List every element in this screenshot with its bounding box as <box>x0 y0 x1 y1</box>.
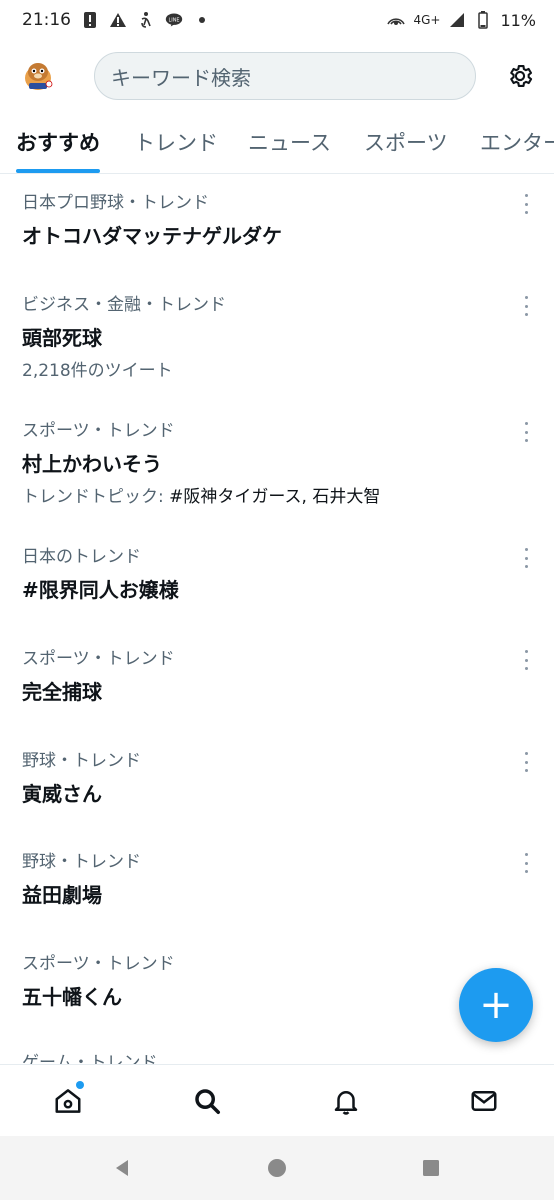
battery-level: 11% <box>500 10 536 30</box>
tab-trends[interactable]: トレンド <box>134 112 218 173</box>
gear-icon[interactable] <box>502 58 538 94</box>
trend-category: スポーツ・トレンド <box>22 954 175 974</box>
status-bar: 21:16 LINE 4G+ 11% <box>0 0 554 40</box>
trend-title: #限界同人お嬢様 <box>22 578 179 602</box>
search-placeholder: キーワード検索 <box>111 65 251 90</box>
more-options-icon[interactable] <box>516 853 536 873</box>
trend-title: 完全捕球 <box>22 680 102 704</box>
trend-title: 寅威さん <box>22 782 102 806</box>
active-tab-indicator <box>16 169 100 173</box>
recents-icon[interactable] <box>421 1158 441 1178</box>
search-icon[interactable] <box>189 1083 225 1119</box>
trend-item[interactable]: 日本プロ野球・トレンド オトコハダマッテナゲルダケ <box>0 192 554 250</box>
search-input[interactable]: キーワード検索 <box>94 52 476 100</box>
more-options-icon[interactable] <box>516 548 536 568</box>
notification-dot <box>76 1081 84 1089</box>
more-options-icon[interactable] <box>516 422 536 442</box>
trend-item[interactable]: 野球・トレンド 寅威さん <box>0 750 554 808</box>
warning-icon <box>109 11 127 29</box>
network-type: 4G+ <box>413 13 441 27</box>
top-header: キーワード検索 <box>0 40 554 112</box>
trend-topics-values[interactable]: #阪神タイガース, 石井大智 <box>169 487 380 507</box>
more-options-icon[interactable] <box>516 296 536 316</box>
messages-icon[interactable] <box>466 1083 502 1119</box>
more-options-icon[interactable] <box>516 194 536 214</box>
notifications-icon[interactable] <box>328 1083 364 1119</box>
trend-title: 益田劇場 <box>22 883 102 907</box>
tab-news[interactable]: ニュース <box>248 112 331 173</box>
trend-category: 野球・トレンド <box>22 852 141 872</box>
system-navigation-bar <box>0 1136 554 1200</box>
home-system-icon[interactable] <box>267 1158 287 1178</box>
partial-trend-category: ゲーム・トレンド <box>22 1053 158 1064</box>
tweet-count: 2,218件のツイート <box>22 361 173 381</box>
trend-item[interactable]: スポーツ・トレンド 村上かわいそう トレンドトピック: #阪神タイガース, 石井… <box>0 420 554 508</box>
plus-icon: + <box>479 982 513 1028</box>
trend-item[interactable]: ビジネス・金融・トレンド 頭部死球 2,218件のツイート <box>0 294 554 382</box>
more-options-icon[interactable] <box>516 752 536 772</box>
status-time: 21:16 <box>22 10 71 30</box>
signal-icon <box>448 11 466 29</box>
tab-recommended[interactable]: おすすめ <box>16 112 100 173</box>
trend-item[interactable]: 野球・トレンド 益田劇場 <box>0 851 554 909</box>
trend-category: 野球・トレンド <box>22 751 141 771</box>
trend-topics: トレンドトピック: #阪神タイガース, 石井大智 <box>22 486 554 508</box>
trend-category: スポーツ・トレンド <box>22 421 175 441</box>
battery-icon <box>474 11 492 29</box>
home-icon[interactable] <box>50 1081 86 1119</box>
bottom-navigation <box>0 1064 554 1136</box>
sim-alert-icon <box>81 11 99 29</box>
trend-title: 頭部死球 <box>22 326 102 350</box>
trend-category: ビジネス・金融・トレンド <box>22 295 226 315</box>
back-icon[interactable] <box>112 1158 132 1178</box>
trend-category: 日本のトレンド <box>22 547 141 567</box>
explore-tabs: おすすめ トレンド ニュース スポーツ エンター <box>0 112 554 174</box>
svg-text:LINE: LINE <box>169 18 180 24</box>
trend-topics-label: トレンドトピック: <box>22 487 170 507</box>
more-dot-icon <box>193 11 211 29</box>
line-icon: LINE <box>165 11 183 29</box>
trend-title: 村上かわいそう <box>22 452 162 476</box>
trend-item[interactable]: 日本のトレンド #限界同人お嬢様 <box>0 546 554 604</box>
compose-tweet-button[interactable]: + <box>459 968 533 1042</box>
tab-sports[interactable]: スポーツ <box>364 112 448 173</box>
more-options-icon[interactable] <box>516 650 536 670</box>
tab-entertainment[interactable]: エンター <box>480 112 554 173</box>
hotspot-icon <box>387 11 406 29</box>
accessibility-icon <box>137 11 155 29</box>
trend-item[interactable]: スポーツ・トレンド 完全捕球 <box>0 648 554 706</box>
trend-category: スポーツ・トレンド <box>22 649 175 669</box>
trend-category: 日本プロ野球・トレンド <box>22 193 209 213</box>
trend-title: オトコハダマッテナゲルダケ <box>22 224 282 248</box>
profile-avatar-icon[interactable] <box>16 54 60 98</box>
